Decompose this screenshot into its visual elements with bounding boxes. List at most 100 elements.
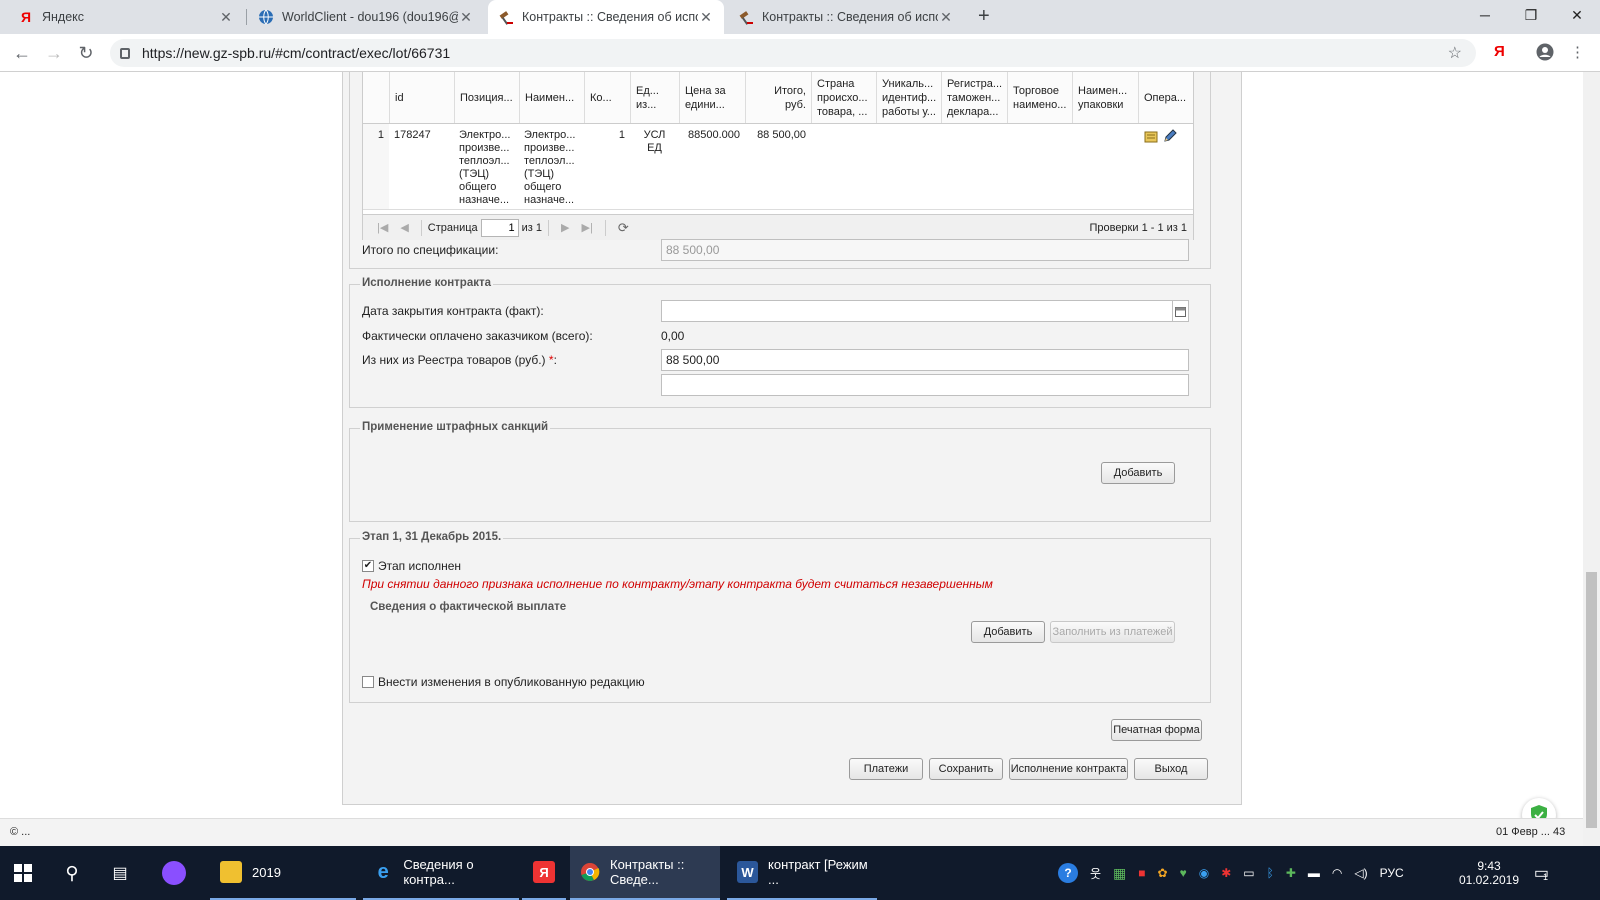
bookmark-star-icon[interactable]: ☆ xyxy=(1448,43,1462,63)
taskbar-label: 2019 xyxy=(252,864,281,880)
tray-app-icon[interactable]: ■ xyxy=(1138,866,1145,880)
reload-icon[interactable]: ↻ xyxy=(74,42,98,64)
edit-published-checkbox[interactable] xyxy=(362,676,374,688)
tray-app-icon[interactable]: ✚ xyxy=(1286,866,1296,880)
add-payment-button[interactable]: Добавить xyxy=(971,621,1045,643)
taskbar-yandex[interactable]: Я xyxy=(522,846,566,900)
gavel-icon xyxy=(738,9,754,25)
globe-icon xyxy=(258,9,274,25)
notification-count: 1 xyxy=(1543,872,1549,882)
grid-header-cell[interactable]: Страна происхо... товара, ... xyxy=(811,72,876,123)
grid-header-cell[interactable]: Ед... из... xyxy=(630,72,679,123)
start-button[interactable] xyxy=(0,846,46,900)
page-scrollbar[interactable] xyxy=(1583,72,1600,846)
tray-app-icon[interactable]: ◉ xyxy=(1199,866,1209,880)
volume-icon[interactable]: ◁) xyxy=(1354,866,1367,880)
lock-icon xyxy=(120,47,130,59)
battery-icon[interactable]: ▬ xyxy=(1308,866,1320,880)
tab-worldclient[interactable]: WorldClient - dou196 (dou196@ ✕ xyxy=(248,0,484,34)
clock[interactable]: 9:43 01.02.2019 xyxy=(1456,846,1522,900)
save-button[interactable]: Сохранить xyxy=(929,758,1003,780)
new-tab-icon[interactable]: + xyxy=(978,5,990,28)
grid-header-cell[interactable]: Наимен... упаковки xyxy=(1072,72,1138,123)
grid-header-cell[interactable]: Позиция... xyxy=(454,72,519,123)
payments-button[interactable]: Платежи xyxy=(849,758,923,780)
menu-icon[interactable]: ⋮ xyxy=(1570,43,1585,61)
tray-app-icon[interactable]: ✿ xyxy=(1158,866,1168,880)
penalties-legend: Применение штрафных санкций xyxy=(360,421,551,433)
tab-contracts-active[interactable]: Контракты :: Сведения об испол ✕ xyxy=(488,0,724,34)
address-bar[interactable]: https://new.gz-spb.ru/#cm/contract/exec/… xyxy=(110,39,1476,67)
back-icon[interactable]: ← xyxy=(10,42,34,64)
windows-icon xyxy=(14,864,32,882)
fill-from-payments-button[interactable]: Заполнить из платежей xyxy=(1050,621,1175,643)
tab-title: WorldClient - dou196 (dou196@ xyxy=(282,10,458,24)
ie-icon: e xyxy=(377,860,389,883)
notification-icon[interactable]: ▭ 1 xyxy=(1528,846,1554,900)
registry-amount-input[interactable] xyxy=(661,349,1189,371)
grid-header-cell[interactable]: Итого, руб. xyxy=(745,72,811,123)
help-icon[interactable]: ? xyxy=(1058,863,1078,883)
alice-icon[interactable] xyxy=(152,846,196,900)
language-indicator[interactable]: РУС xyxy=(1380,866,1404,880)
grid-header-cell[interactable]: Ко... xyxy=(584,72,630,123)
next-page-icon[interactable]: ▶ xyxy=(561,221,569,234)
taskbar-word[interactable]: W контракт [Режим ... xyxy=(727,846,877,900)
scroll-document-icon[interactable] xyxy=(1143,129,1159,149)
search-icon[interactable]: ⚲ xyxy=(50,846,94,900)
close-icon[interactable]: ✕ xyxy=(218,9,234,26)
window-close-icon[interactable]: ✕ xyxy=(1554,0,1600,30)
grid-header-cell[interactable]: Опера... xyxy=(1138,72,1189,123)
page-viewport: id Позиция... Наимен... Ко... Ед... из..… xyxy=(0,72,1583,846)
tray-app-icon[interactable]: ▭ xyxy=(1243,866,1254,880)
grid-header-cell[interactable]: Цена за едини... xyxy=(679,72,745,123)
calendar-icon[interactable] xyxy=(1172,300,1189,322)
close-icon[interactable]: ✕ xyxy=(698,9,714,26)
cell-unit: УСЛ ЕД xyxy=(643,129,666,154)
extra-input[interactable] xyxy=(661,374,1189,396)
first-page-icon[interactable]: |◀ xyxy=(377,221,388,234)
taskbar-ie[interactable]: e Сведения о контра... xyxy=(363,846,519,900)
last-page-icon[interactable]: ▶| xyxy=(582,221,593,234)
grid-header-cell[interactable]: Уникаль... идентиф... работы у... xyxy=(876,72,941,123)
contract-execution-button[interactable]: Исполнение контракта xyxy=(1009,758,1128,780)
grid-header-cell[interactable]: Торговое наимено... xyxy=(1007,72,1072,123)
wifi-icon[interactable]: ◠ xyxy=(1332,866,1342,880)
tab-yandex[interactable]: Я Яндекс ✕ xyxy=(8,0,244,34)
close-date-input[interactable] xyxy=(661,300,1173,322)
table-row[interactable]: 1 178247 Электро... произве... теплоэл..… xyxy=(363,124,1193,210)
profile-icon[interactable] xyxy=(1536,43,1554,65)
stage-done-checkbox[interactable]: ✔ xyxy=(362,560,374,572)
spec-total-label: Итого по спецификации: xyxy=(362,243,499,257)
grid-header-cell[interactable]: Регистра... таможен... деклара... xyxy=(941,72,1007,123)
add-penalty-button[interactable]: Добавить xyxy=(1101,462,1175,484)
minimize-icon[interactable]: ─ xyxy=(1462,0,1508,30)
restore-icon[interactable]: ❐ xyxy=(1508,0,1554,30)
forward-icon[interactable]: → xyxy=(42,42,66,64)
clock-date: 01.02.2019 xyxy=(1458,873,1520,887)
edit-pencil-icon[interactable] xyxy=(1163,129,1177,147)
exit-button[interactable]: Выход xyxy=(1134,758,1208,780)
tray-app-icon[interactable]: ♥ xyxy=(1180,866,1187,880)
bluetooth-icon[interactable]: ᛒ xyxy=(1267,866,1274,880)
prev-page-icon[interactable]: ◀ xyxy=(400,221,408,234)
grid-header-cell[interactable]: id xyxy=(389,72,454,123)
taskbar-chrome[interactable]: Контракты :: Сведе... xyxy=(570,846,720,900)
tab-contracts[interactable]: Контракты :: Сведения об испол ✕ xyxy=(728,0,964,34)
people-icon[interactable]: 웃 xyxy=(1090,865,1101,882)
print-form-button[interactable]: Печатная форма xyxy=(1111,719,1202,741)
close-icon[interactable]: ✕ xyxy=(458,9,474,26)
specification-section: id Позиция... Наимен... Ко... Ед... из..… xyxy=(349,72,1211,269)
yandex-extension-icon[interactable]: Я xyxy=(1494,43,1505,60)
taskbar-explorer[interactable]: 2019 xyxy=(210,846,356,900)
tray-app-icon[interactable]: ✱ xyxy=(1221,866,1231,880)
tray-app-icon[interactable]: ▦ xyxy=(1113,865,1126,882)
page-number-input[interactable] xyxy=(480,218,519,237)
gavel-icon xyxy=(498,9,514,25)
close-icon[interactable]: ✕ xyxy=(938,9,954,26)
refresh-icon[interactable]: ⟳ xyxy=(618,220,629,236)
grid-header-cell[interactable]: Наимен... xyxy=(519,72,584,123)
task-view-icon[interactable]: ▤ xyxy=(98,846,142,900)
cell-price: 88500.000 xyxy=(688,129,740,141)
scrollbar-thumb[interactable] xyxy=(1586,572,1597,828)
